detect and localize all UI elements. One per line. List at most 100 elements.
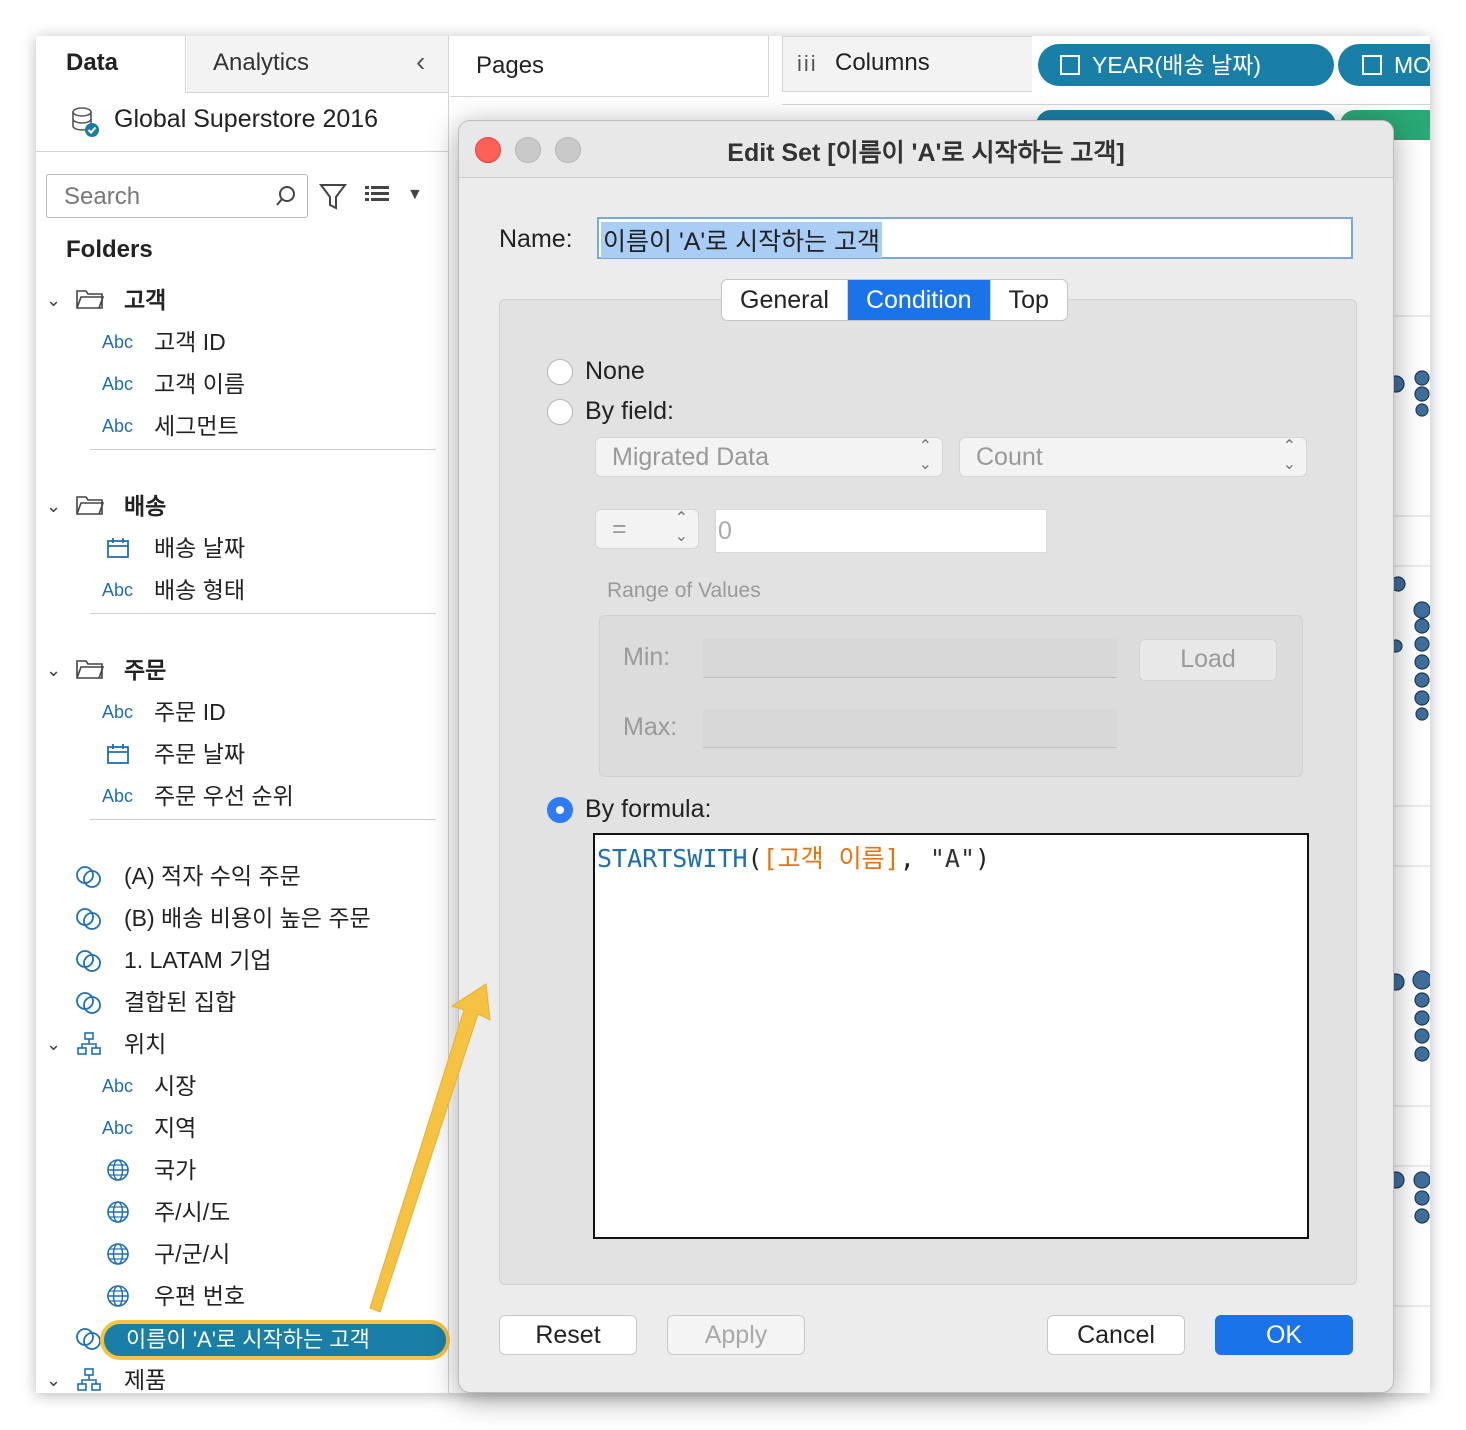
field-name: 고객 ID: [154, 329, 226, 355]
field-name: 배송 형태: [154, 577, 246, 603]
field-row[interactable]: Abc 주문 ID: [36, 694, 436, 730]
value-input[interactable]: 0: [715, 509, 1047, 553]
folder-customer[interactable]: ⌄ 고객: [36, 282, 436, 318]
pill-year-ship-date[interactable]: YEAR(배송 날짜): [1038, 44, 1334, 86]
hierarchy-icon: [77, 1032, 101, 1055]
pill-month[interactable]: MO: [1338, 44, 1430, 86]
field-select[interactable]: Migrated Data ⌃ ⌄: [595, 437, 943, 477]
string-type-icon: Abc: [102, 786, 134, 806]
tab-data[interactable]: Data: [36, 36, 186, 93]
set-name: (A) 적자 수익 주문: [124, 863, 301, 889]
field-name: 주문 ID: [154, 699, 226, 725]
apply-button[interactable]: Apply: [667, 1315, 805, 1355]
chevron-down-icon[interactable]: ⌄: [46, 1026, 61, 1062]
divider: [90, 613, 436, 614]
folder-shipping[interactable]: ⌄ 배송: [36, 488, 436, 524]
tab-top[interactable]: Top: [991, 280, 1067, 320]
formula-function: STARTSWITH: [597, 844, 748, 873]
updown-arrows-icon: ⌃ ⌄: [674, 510, 688, 545]
filter-icon[interactable]: [318, 182, 348, 212]
name-label: Name:: [499, 225, 573, 253]
pane-tabs: Data Analytics ‹: [36, 36, 448, 93]
field-name: 배송 날짜: [154, 535, 246, 561]
max-input[interactable]: [703, 709, 1117, 748]
hierarchy-icon: [77, 1368, 101, 1391]
field-row[interactable]: Abc 배송 형태: [36, 572, 436, 608]
field-name: 우편 번호: [154, 1283, 246, 1309]
field-row[interactable]: Abc 고객 ID: [36, 324, 436, 360]
pill-label: MO: [1394, 52, 1430, 78]
chevron-down-icon[interactable]: ⌄: [46, 488, 61, 524]
globe-icon: [107, 1243, 129, 1265]
divider: [90, 449, 436, 450]
ok-button[interactable]: OK: [1215, 1315, 1353, 1355]
pages-shelf[interactable]: Pages: [450, 36, 769, 97]
chevron-down-icon[interactable]: ⌄: [46, 1362, 61, 1393]
radio-by-field[interactable]: [547, 399, 573, 425]
updown-arrows-icon: ⌃ ⌄: [1282, 438, 1296, 473]
formula-string: "A": [929, 844, 976, 873]
search-input[interactable]: Search: [46, 174, 308, 218]
string-type-icon: Abc: [102, 416, 134, 436]
set-icon: [76, 992, 101, 1014]
field-row[interactable]: 배송 날짜: [36, 530, 436, 566]
operator-select[interactable]: = ⌃ ⌄: [595, 509, 699, 549]
chevron-down-icon[interactable]: ⌄: [46, 282, 61, 318]
formula-editor[interactable]: STARTSWITH([고객 이름], "A"): [593, 833, 1309, 1239]
set-item[interactable]: 결합된 집합: [36, 984, 436, 1020]
field-row[interactable]: 우편 번호: [36, 1278, 436, 1314]
folder-icon: [76, 290, 104, 309]
set-item[interactable]: (A) 적자 수익 주문: [36, 858, 436, 894]
cancel-button[interactable]: Cancel: [1047, 1315, 1185, 1355]
set-name: 1. LATAM 기업: [124, 947, 272, 973]
field-row[interactable]: Abc 지역: [36, 1110, 436, 1146]
field-row[interactable]: Abc 세그먼트: [36, 408, 436, 444]
string-type-icon: Abc: [102, 580, 134, 600]
folder-name: 고객: [124, 287, 167, 313]
search-icon: [276, 186, 295, 206]
reset-button[interactable]: Reset: [499, 1315, 637, 1355]
chevron-down-icon[interactable]: ▼: [407, 186, 423, 204]
field-row[interactable]: Abc 주문 우선 순위: [36, 778, 436, 814]
load-button[interactable]: Load: [1139, 639, 1277, 681]
aggregation-select[interactable]: Count ⌃ ⌄: [959, 437, 1307, 477]
folder-order[interactable]: ⌄ 주문: [36, 652, 436, 688]
field-select-value: Migrated Data: [612, 443, 770, 471]
chevron-down-icon[interactable]: ⌄: [46, 652, 61, 688]
set-item-highlighted[interactable]: 이름이 'A'로 시작하는 고객: [100, 1320, 450, 1360]
folder-icon: [76, 496, 104, 515]
field-row[interactable]: 국가: [36, 1152, 436, 1188]
field-row[interactable]: 구/군/시: [36, 1236, 436, 1272]
set-icon: [76, 908, 101, 930]
set-item[interactable]: (B) 배송 비용이 높은 주문: [36, 900, 436, 936]
field-row[interactable]: Abc 시장: [36, 1068, 436, 1104]
hierarchy-product[interactable]: ⌄ 제품: [36, 1362, 436, 1393]
collapse-icon[interactable]: [1060, 55, 1080, 75]
expand-icon[interactable]: [1362, 55, 1382, 75]
field-row[interactable]: 주/시/도: [36, 1194, 436, 1230]
field-row[interactable]: Abc 고객 이름: [36, 366, 436, 402]
field-row[interactable]: 주문 날짜: [36, 736, 436, 772]
min-input[interactable]: [703, 639, 1117, 678]
tab-general[interactable]: General: [722, 280, 848, 320]
datasource-row[interactable]: Global Superstore 2016: [36, 93, 448, 152]
hierarchy-name: 위치: [124, 1031, 167, 1057]
list-view-icon[interactable]: [364, 184, 390, 208]
field-name: 국가: [154, 1157, 197, 1183]
set-item[interactable]: 1. LATAM 기업: [36, 942, 436, 978]
formula-comma: ,: [899, 844, 915, 873]
range-of-values-label: Range of Values: [607, 579, 761, 602]
field-name: 고객 이름: [154, 371, 246, 397]
collapse-pane-icon[interactable]: ‹: [416, 46, 425, 78]
name-field[interactable]: 이름이 'A'로 시작하는 고객: [597, 217, 1353, 259]
set-icon: [76, 866, 101, 888]
hierarchy-name: 제품: [124, 1367, 167, 1393]
aggregation-select-value: Count: [976, 443, 1043, 471]
tab-analytics[interactable]: Analytics: [187, 36, 448, 92]
radio-none[interactable]: [547, 359, 573, 385]
tab-condition[interactable]: Condition: [847, 280, 991, 320]
min-label: Min:: [623, 643, 671, 671]
radio-by-formula[interactable]: [547, 797, 573, 823]
field-name: 구/군/시: [154, 1241, 231, 1267]
hierarchy-location[interactable]: ⌄ 위치: [36, 1026, 436, 1062]
